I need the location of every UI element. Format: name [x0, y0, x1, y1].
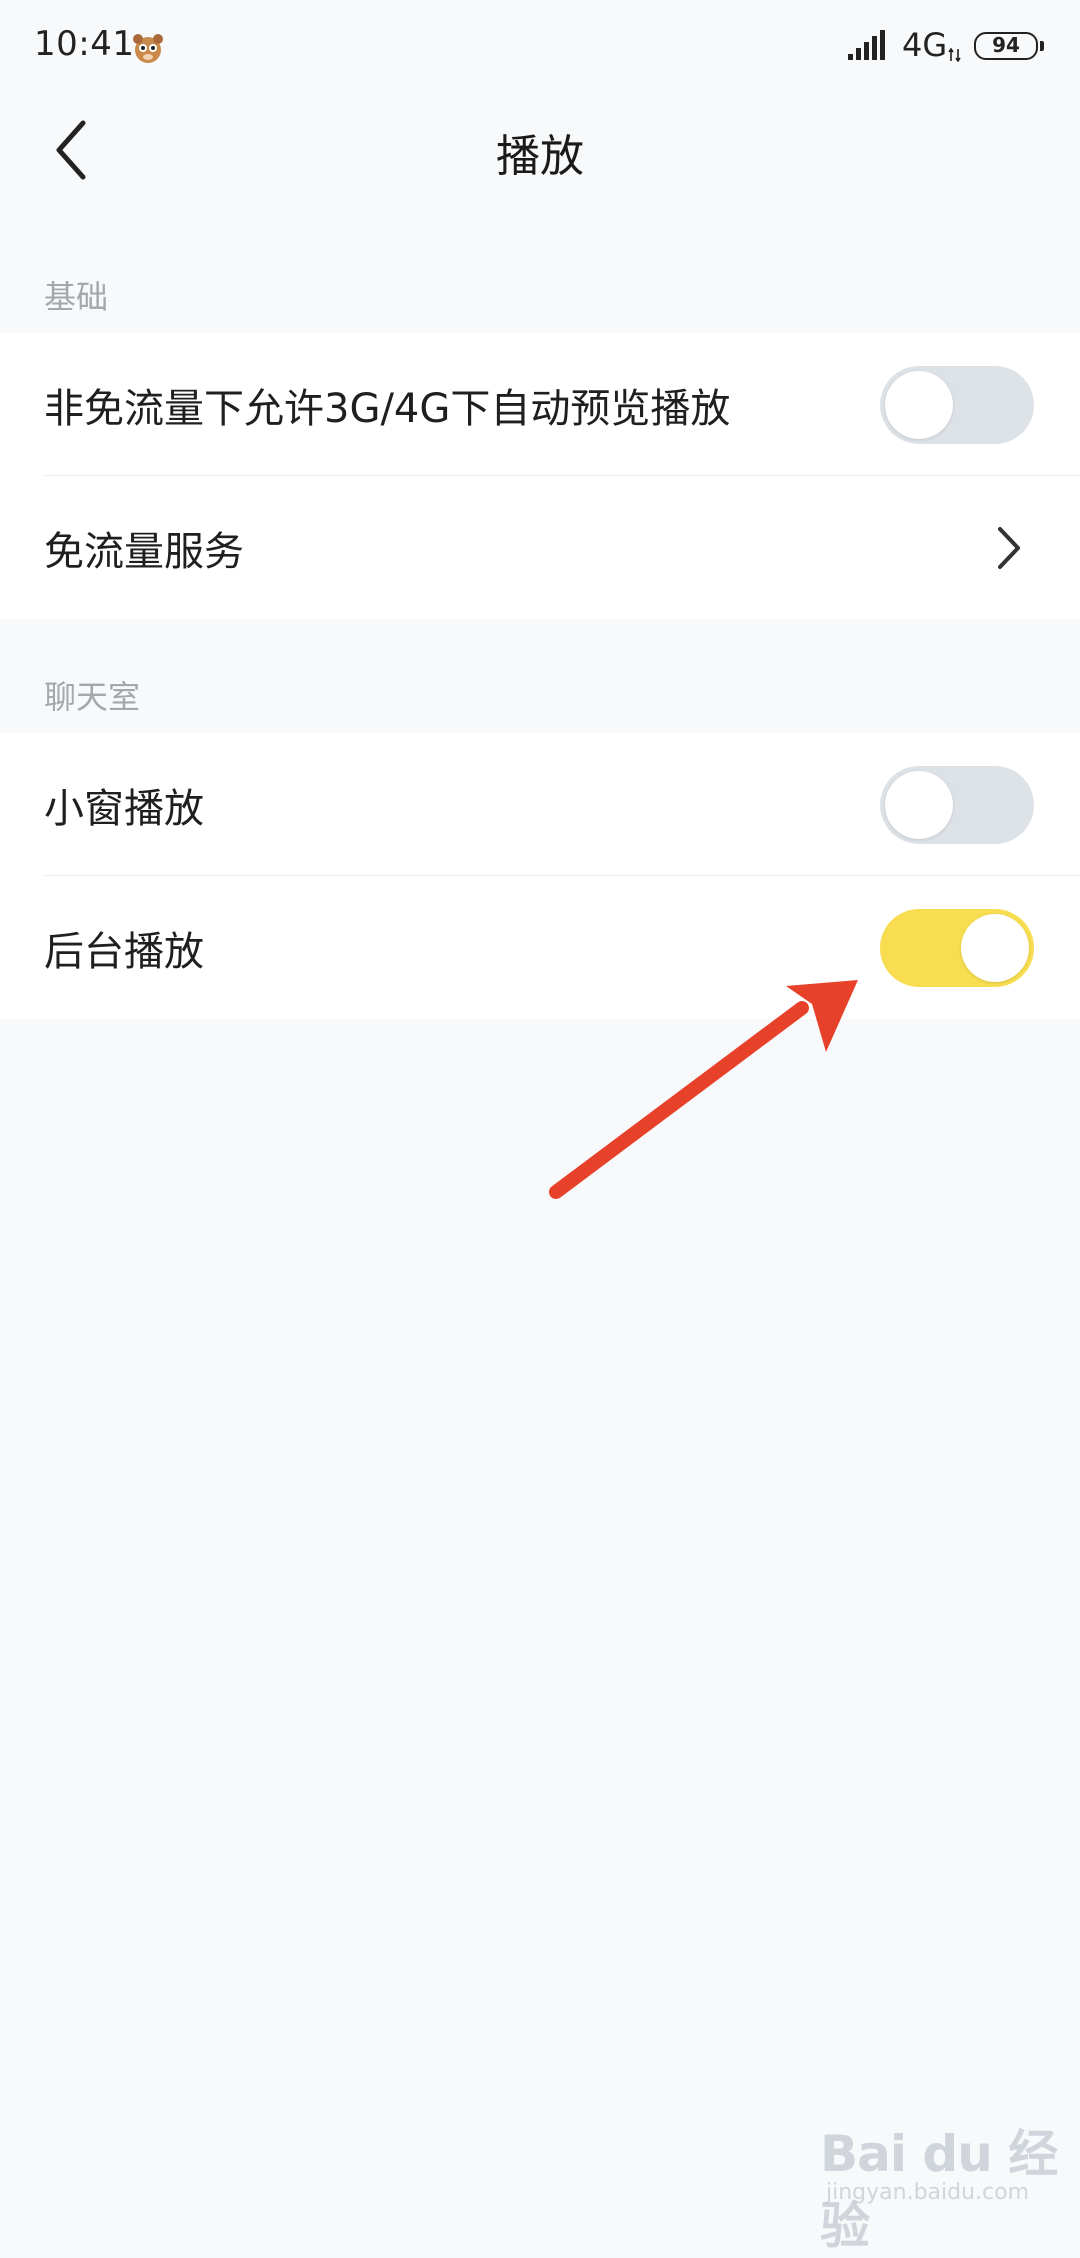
battery-indicator: 94 — [974, 32, 1044, 60]
setting-row-background-play[interactable]: 后台播放 — [0, 876, 1080, 1019]
nav-bar: 播放 — [0, 96, 1080, 206]
data-arrows-icon — [948, 48, 961, 62]
setting-row-free-data-service[interactable]: 免流量服务 — [0, 476, 1080, 619]
setting-row-mini-window[interactable]: 小窗播放 — [0, 733, 1080, 876]
setting-label-auto-preview: 非免流量下允许3G/4G下自动预览播放 — [44, 385, 731, 432]
toggle-knob — [885, 370, 953, 439]
setting-label-mini-window: 小窗播放 — [44, 785, 204, 832]
signal-icon — [848, 30, 885, 60]
toggle-knob — [961, 913, 1029, 982]
watermark-url: jingyan.baidu.com — [826, 2180, 1030, 2205]
background-play-toggle[interactable] — [880, 908, 1034, 987]
chevron-right-icon — [998, 526, 1020, 569]
status-time: 10:41 — [34, 24, 135, 64]
baidu-jingyan-watermark: Bai du 经验 jingyan.baidu.com — [820, 2106, 1060, 2255]
section-header-basic: 基础 — [44, 278, 109, 316]
network-type-label: 4G — [902, 26, 948, 64]
mascot-notification-icon — [133, 34, 163, 63]
page-title: 播放 — [496, 131, 584, 182]
status-bar: 10:41 4G 94 — [0, 0, 1080, 96]
auto-preview-toggle[interactable] — [880, 365, 1034, 444]
mini-window-toggle[interactable] — [880, 765, 1034, 844]
section-header-chatroom: 聊天室 — [44, 678, 141, 716]
setting-label-free-data-service: 免流量服务 — [44, 528, 244, 575]
settings-group-chatroom: 小窗播放 后台播放 — [0, 733, 1080, 1019]
setting-row-auto-preview[interactable]: 非免流量下允许3G/4G下自动预览播放 — [0, 333, 1080, 476]
setting-label-background-play: 后台播放 — [44, 928, 204, 975]
toggle-knob — [885, 770, 953, 839]
settings-group-basic: 非免流量下允许3G/4G下自动预览播放 免流量服务 — [0, 333, 1080, 619]
